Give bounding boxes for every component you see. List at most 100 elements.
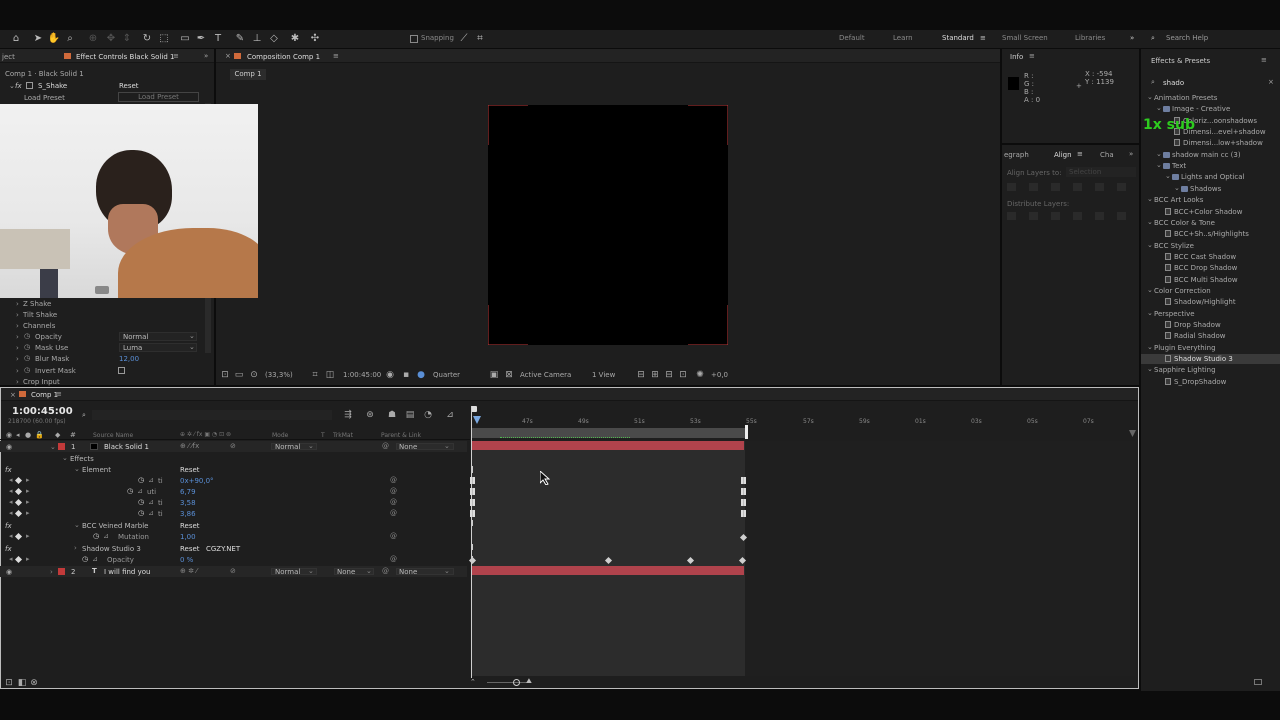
fx-icon[interactable]: fx [5,545,12,553]
group-twirl-icon[interactable]: › [74,544,77,552]
snapshot-camera-icon[interactable]: ◉ [384,369,396,381]
trkmat-header[interactable]: TrkMat [333,432,353,439]
chevron-down-icon[interactable]: ⌄ [1147,286,1153,294]
fx-icon[interactable]: fx [5,466,12,474]
hold-keyframe[interactable] [470,510,475,517]
layer-label-color[interactable] [58,443,65,450]
hold-keyframe[interactable] [741,477,746,484]
next-keyframe-icon[interactable]: ▸ [26,476,30,484]
hold-keyframe[interactable] [741,488,746,495]
property-value[interactable]: 6,79 [180,488,196,496]
resolution-dropdown[interactable]: Quarter [433,371,460,379]
distribute-vcenter-icon[interactable] [1029,212,1038,220]
graph-icon[interactable]: ⊿ [148,476,154,484]
current-time-indicator[interactable] [473,416,481,424]
prop-twirl-icon[interactable]: › [16,344,19,352]
pickwhip-icon[interactable]: @ [382,442,389,450]
prop-value[interactable]: 12,00 [119,355,139,363]
prop-twirl-icon[interactable]: › [16,378,19,386]
close-tab-icon[interactable]: × [10,391,16,399]
load-preset-button[interactable]: Load Preset [118,92,199,102]
solo-icon[interactable]: ● [25,431,31,439]
composition-tab[interactable]: Composition Comp 1 [247,53,320,61]
home-icon[interactable]: ⌂ [9,32,23,46]
table-row[interactable] [0,464,467,475]
prop-twirl-icon[interactable]: › [16,311,19,319]
align-bottom-icon[interactable] [1117,183,1126,191]
graph-icon[interactable]: ⊿ [148,498,154,506]
next-keyframe-icon[interactable]: ▸ [26,487,30,495]
close-tab-icon[interactable]: × [225,52,231,60]
source-name-header[interactable]: Source Name [93,432,133,439]
vr-icon[interactable]: ⊙ [248,369,260,381]
layer-switches[interactable]: ⊕ ⁄ ⁄fx [180,442,199,450]
workspace-libraries[interactable]: Libraries [1075,34,1105,42]
av-eye-icon[interactable]: ◉ [6,431,12,439]
mask-visibility-icon[interactable]: ◫ [324,369,336,381]
property-value[interactable]: 3,58 [180,499,196,507]
effects-search-input[interactable]: shado [1163,79,1184,87]
prop-twirl-icon[interactable]: › [16,300,19,308]
distribute-hcenter-icon[interactable] [1095,212,1104,220]
zoom-in-icon[interactable]: ⛰ [526,677,532,686]
motion-blur-icon[interactable]: ◔ [422,409,434,421]
expand-workspaces-icon[interactable]: » [1130,34,1134,42]
composition-mini-flowchart-icon[interactable]: ⇶ [342,409,354,421]
stopwatch-icon[interactable]: ◷ [82,555,88,563]
expression-pickwhip-icon[interactable]: @ [390,509,397,517]
graph-icon[interactable]: ⊿ [137,487,143,495]
dolly-tool-icon[interactable]: ⇕ [120,32,134,46]
prop-dropdown[interactable]: Luma [119,343,197,352]
layer-switches[interactable]: ⊕ ✲ ⁄ [180,567,197,575]
panel-menu-icon[interactable]: ≡ [1261,56,1267,64]
group-twirl-icon[interactable]: ⌄ [62,454,68,462]
camera-dropdown[interactable]: Active Camera [520,371,571,379]
snap-options-icon[interactable]: ⟋ [457,32,471,46]
hold-keyframe[interactable] [470,499,475,506]
timeline-zoom-slider[interactable] [487,682,527,683]
property-value[interactable]: 0x+90,0° [180,477,214,485]
expression-pickwhip-icon[interactable]: @ [390,487,397,495]
hold-keyframe[interactable] [741,510,746,517]
pan-tool-icon[interactable]: ✥ [104,32,118,46]
align-vcenter-icon[interactable] [1095,183,1104,191]
draft-3d-icon[interactable]: ⊛ [364,409,376,421]
graph-icon[interactable]: ⊿ [103,532,109,540]
reset-exposure-icon[interactable]: ✺ [694,369,706,381]
zoom-out-icon[interactable]: ⌃ [470,678,476,686]
fx-enable-checkbox[interactable] [26,82,33,89]
distribute-top-icon[interactable] [1007,212,1016,220]
stopwatch-icon[interactable]: ◷ [24,343,30,351]
next-keyframe-icon[interactable]: ▸ [26,555,30,563]
stopwatch-icon[interactable]: ◷ [24,366,30,374]
graph-icon[interactable]: ⊿ [92,555,98,563]
group-twirl-icon[interactable]: ⌄ [74,465,80,473]
hold-keyframe[interactable] [470,488,475,495]
tab-character[interactable]: Cha [1100,151,1114,159]
snapping-checkbox[interactable] [410,35,418,43]
prev-keyframe-icon[interactable]: ◂ [9,532,13,540]
flowchart-icon[interactable]: ⊡ [677,369,689,381]
clone-stamp-tool-icon[interactable]: ⊥ [250,32,264,46]
stopwatch-icon[interactable]: ◷ [24,354,30,362]
expand-panel-icon[interactable]: » [1129,150,1133,158]
layer-3d-icon[interactable]: ⊘ [230,567,236,575]
color-channel-icon[interactable]: ● [415,369,427,381]
monitor-icon[interactable]: ▭ [233,369,245,381]
stopwatch-icon[interactable]: ◷ [127,487,133,495]
selection-tool-icon[interactable]: ➤ [31,32,45,46]
align-to-dropdown[interactable]: Selection [1066,167,1136,177]
expand-panel-icon[interactable]: » [204,52,208,60]
fx-icon[interactable]: fx [5,522,12,530]
tab-graph[interactable]: egraph [1004,151,1029,159]
align-top-icon[interactable] [1073,183,1082,191]
chevron-down-icon[interactable]: ⌄ [1156,161,1162,169]
expression-pickwhip-icon[interactable]: @ [390,498,397,506]
snap-grid-icon[interactable]: ⌗ [473,32,487,46]
grid-icon[interactable]: ⌗ [309,369,321,381]
expression-pickwhip-icon[interactable]: @ [390,532,397,540]
workspace-menu-icon[interactable]: ≡ [980,34,986,42]
effects-presets-tab[interactable]: Effects & Presets [1151,57,1210,65]
chevron-down-icon[interactable]: ⌄ [1147,343,1153,351]
stopwatch-icon[interactable]: ◷ [138,509,144,517]
